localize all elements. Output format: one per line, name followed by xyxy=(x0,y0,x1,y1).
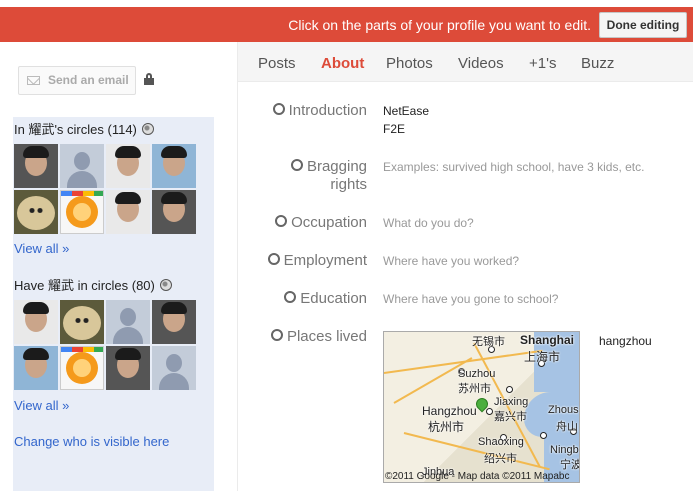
map-label: Zhous xyxy=(548,404,579,416)
send-email-label: Send an email xyxy=(48,73,129,87)
avatar[interactable] xyxy=(60,144,104,188)
left-column: Send an email In 耀武's circles (114) View… xyxy=(0,42,237,491)
avatar[interactable] xyxy=(106,144,150,188)
map-label: 宁波 xyxy=(560,459,580,471)
bragging-label-line-1: Bragging xyxy=(306,158,367,175)
done-editing-button[interactable]: Done editing xyxy=(599,12,687,38)
education-label: Education xyxy=(300,290,367,307)
map-road xyxy=(403,432,550,471)
avatar[interactable] xyxy=(152,144,196,188)
globe-icon[interactable] xyxy=(141,123,154,135)
in-circles-title: In 耀武's circles (114) xyxy=(14,122,137,137)
tab-about[interactable]: About xyxy=(321,55,364,72)
send-email-button[interactable]: Send an email xyxy=(18,66,136,95)
avatar[interactable] xyxy=(152,346,196,390)
avatar[interactable] xyxy=(106,300,150,344)
avatar[interactable] xyxy=(60,190,104,234)
tab-posts[interactable]: Posts xyxy=(258,55,296,72)
avatar[interactable] xyxy=(14,300,58,344)
map-city-marker xyxy=(540,432,547,439)
education-field[interactable]: Education xyxy=(284,290,367,308)
avatar[interactable] xyxy=(106,346,150,390)
introduction-label: Introduction xyxy=(288,102,367,119)
map-copyright: ©2011 Google - Map data ©2011 Mapabc xyxy=(385,471,570,482)
employment-placeholder[interactable]: Where have you worked? xyxy=(383,252,519,270)
map-label: 上海市 xyxy=(524,350,561,364)
map-city-marker xyxy=(506,386,513,393)
map-city-marker xyxy=(486,408,493,415)
radio-icon xyxy=(284,291,297,303)
map-label: Ningb xyxy=(550,444,579,456)
bragging-label-line-2: rights xyxy=(330,176,367,193)
avatar[interactable] xyxy=(14,144,58,188)
map-label: 苏州市 xyxy=(458,383,491,395)
in-circles-avatars xyxy=(14,144,198,236)
avatar[interactable] xyxy=(152,190,196,234)
map-label: Suzhou xyxy=(458,368,496,380)
globe-icon[interactable] xyxy=(159,279,172,291)
map-label: 无锡市 xyxy=(472,336,505,348)
avatar[interactable] xyxy=(152,300,196,344)
lock-icon xyxy=(144,73,154,85)
edit-mode-bar: Click on the parts of your profile you w… xyxy=(0,7,693,42)
employment-label: Employment xyxy=(283,252,367,269)
map-label: Hangzhou xyxy=(422,404,477,418)
map-label: 绍兴市 xyxy=(484,453,517,465)
occupation-placeholder[interactable]: What do you do? xyxy=(383,214,474,232)
places-map[interactable]: 无锡市 Shanghai 上海市 Suzhou 苏州市 Jiaxing 嘉兴市 … xyxy=(383,331,580,483)
avatar[interactable] xyxy=(60,346,104,390)
map-label: Jiaxing xyxy=(494,396,529,408)
avatar[interactable] xyxy=(60,300,104,344)
envelope-icon xyxy=(27,76,40,85)
profile-tabs: Posts About Photos Videos +1's Buzz xyxy=(238,42,693,82)
view-all-have-in-circles-link[interactable]: View all » xyxy=(14,398,69,413)
top-strip xyxy=(0,0,693,7)
have-in-circles-heading: Have 耀武 in circles (80) xyxy=(14,275,172,294)
radio-icon xyxy=(270,329,283,341)
occupation-label: Occupation xyxy=(291,214,367,231)
map-label: 杭州市 xyxy=(428,420,465,434)
avatar[interactable] xyxy=(14,346,58,390)
bragging-rights-placeholder[interactable]: Examples: survived high school, have 3 k… xyxy=(383,158,644,176)
map-label: 嘉兴市 xyxy=(494,411,527,423)
have-in-circles-avatars xyxy=(14,300,198,392)
radio-icon xyxy=(290,159,303,171)
places-lived-label: Places lived xyxy=(286,328,367,345)
places-lived-value[interactable]: hangzhou xyxy=(599,334,652,348)
tab-photos[interactable]: Photos xyxy=(386,55,433,72)
avatar[interactable] xyxy=(106,190,150,234)
introduction-line-2: F2E xyxy=(383,122,406,136)
introduction-line-1: NetEase xyxy=(383,104,430,118)
tab-buzz[interactable]: Buzz xyxy=(581,55,614,72)
map-label: 舟山 xyxy=(556,421,578,433)
employment-field[interactable]: Employment xyxy=(267,252,367,270)
introduction-field[interactable]: Introduction xyxy=(272,102,367,120)
places-lived-field[interactable]: Places lived xyxy=(270,328,367,346)
have-in-circles-title: Have 耀武 in circles (80) xyxy=(14,278,155,293)
edit-mode-message: Click on the parts of your profile you w… xyxy=(288,17,591,33)
radio-icon xyxy=(275,215,288,227)
occupation-field[interactable]: Occupation xyxy=(275,214,367,232)
map-label: Shanghai xyxy=(520,333,575,347)
in-circles-heading: In 耀武's circles (114) xyxy=(14,119,154,138)
radio-icon xyxy=(272,103,285,115)
avatar[interactable] xyxy=(14,190,58,234)
tab-plus-ones[interactable]: +1's xyxy=(529,55,556,72)
radio-icon xyxy=(267,253,280,265)
introduction-value[interactable]: NetEase F2E xyxy=(383,102,429,138)
education-placeholder[interactable]: Where have you gone to school? xyxy=(383,290,558,308)
circles-panel: In 耀武's circles (114) View all » Have 耀武… xyxy=(13,117,214,491)
change-visibility-link[interactable]: Change who is visible here xyxy=(14,434,169,449)
map-label: Shaoxing xyxy=(478,436,524,448)
view-all-in-circles-link[interactable]: View all » xyxy=(14,241,69,256)
bragging-rights-field[interactable]: Bragging rights xyxy=(290,158,367,194)
profile-main: Posts About Photos Videos +1's Buzz Intr… xyxy=(237,42,693,491)
tab-videos[interactable]: Videos xyxy=(458,55,504,72)
